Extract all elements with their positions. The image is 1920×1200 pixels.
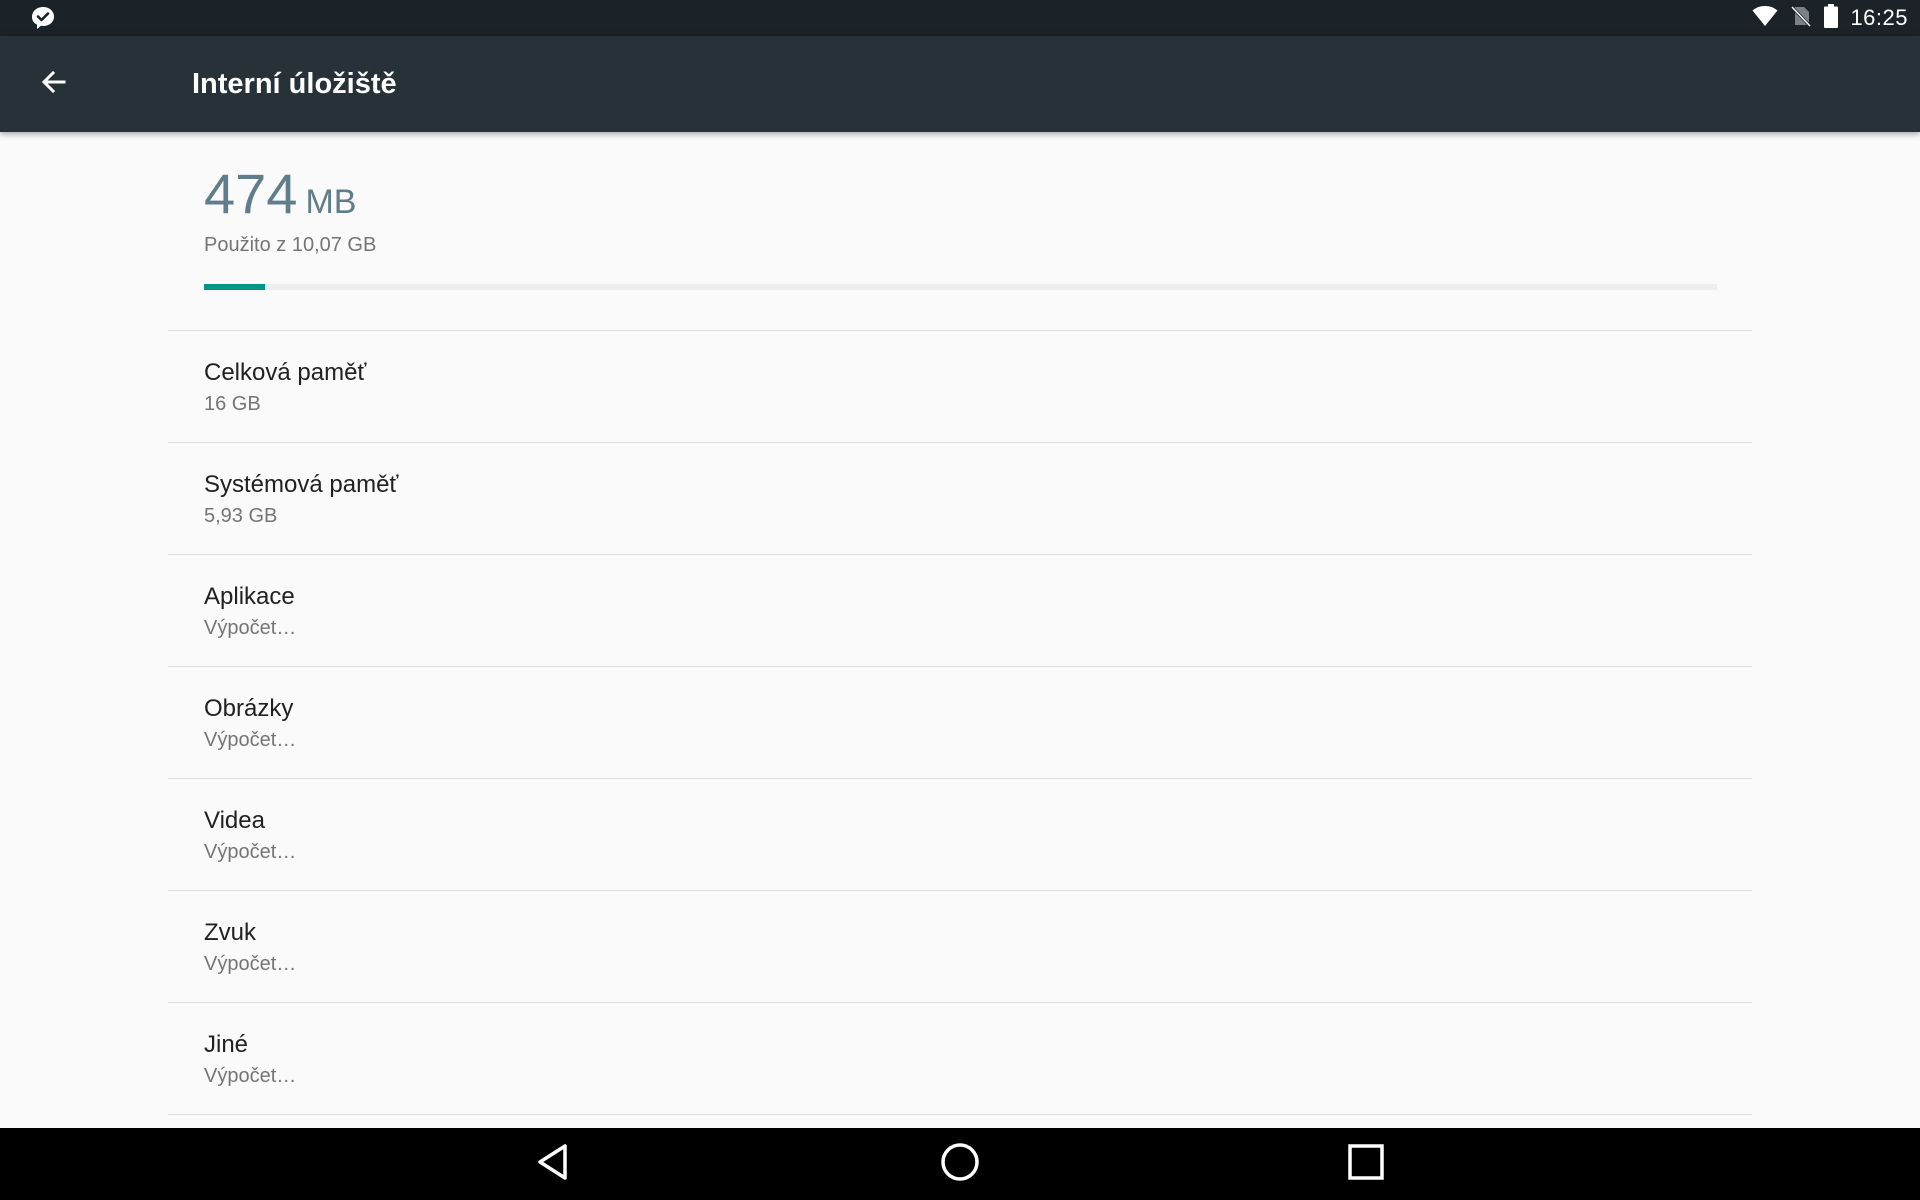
app-bar: Interní úložiště [0,36,1920,132]
navigation-bar [0,1128,1920,1200]
list-item-title: Celková paměť [204,359,367,386]
status-bar: 16:25 [0,0,1920,36]
list-item-videos[interactable]: Videa Výpočet… [168,779,1752,891]
arrow-back-icon [39,67,69,102]
list-item-subtitle: Výpočet… [204,729,297,751]
list-item-total-memory[interactable]: Celková paměť 16 GB [168,331,1752,443]
storage-content[interactable]: 474 MB Použito z 10,07 GB Celková paměť … [0,132,1920,1128]
wifi-icon [1752,5,1778,32]
back-button[interactable] [30,60,78,108]
list-item-title: Videa [204,807,265,834]
list-item-title: Systémová paměť [204,471,399,498]
list-item-title: Aplikace [204,583,295,610]
list-item-title: Obrázky [204,695,294,722]
storage-list: Celková paměť 16 GB Systémová paměť 5,93… [168,330,1752,1115]
page-title: Interní úložiště [192,68,397,100]
list-item-audio[interactable]: Zvuk Výpočet… [168,891,1752,1003]
status-time: 16:25 [1850,5,1908,30]
storage-summary: 474 MB Použito z 10,07 GB [204,164,1717,257]
list-item-subtitle: Výpočet… [204,617,297,639]
list-item-title: Jiné [204,1031,249,1058]
battery-icon [1824,3,1839,33]
list-item-images[interactable]: Obrázky Výpočet… [168,667,1752,779]
list-item-subtitle: Výpočet… [204,841,297,863]
back-triangle-icon [534,1142,574,1187]
recents-square-icon [1346,1142,1386,1187]
used-amount: 474 MB [204,164,1717,224]
used-unit: MB [305,183,357,221]
no-sim-icon [1790,5,1812,32]
list-item-subtitle: Výpočet… [204,953,297,975]
list-item-title: Zvuk [204,919,257,946]
storage-progress-fill [204,284,265,290]
storage-progress-bar [204,284,1717,290]
nav-recents-button[interactable] [1338,1136,1394,1192]
nav-home-button[interactable] [932,1136,988,1192]
list-item-subtitle: Výpočet… [204,1065,297,1087]
list-item-subtitle: 5,93 GB [204,505,278,527]
list-item-other[interactable]: Jiné Výpočet… [168,1003,1752,1115]
list-item-subtitle: 16 GB [204,393,261,415]
list-item-apps[interactable]: Aplikace Výpočet… [168,555,1752,667]
nav-back-button[interactable] [526,1136,582,1192]
notification-icon [30,5,56,31]
home-circle-icon [939,1141,981,1188]
status-icons: 16:25 [1752,0,1908,36]
list-item-system-memory[interactable]: Systémová paměť 5,93 GB [168,443,1752,555]
used-value: 474 [204,162,298,225]
used-of-total: Použito z 10,07 GB [204,234,377,256]
